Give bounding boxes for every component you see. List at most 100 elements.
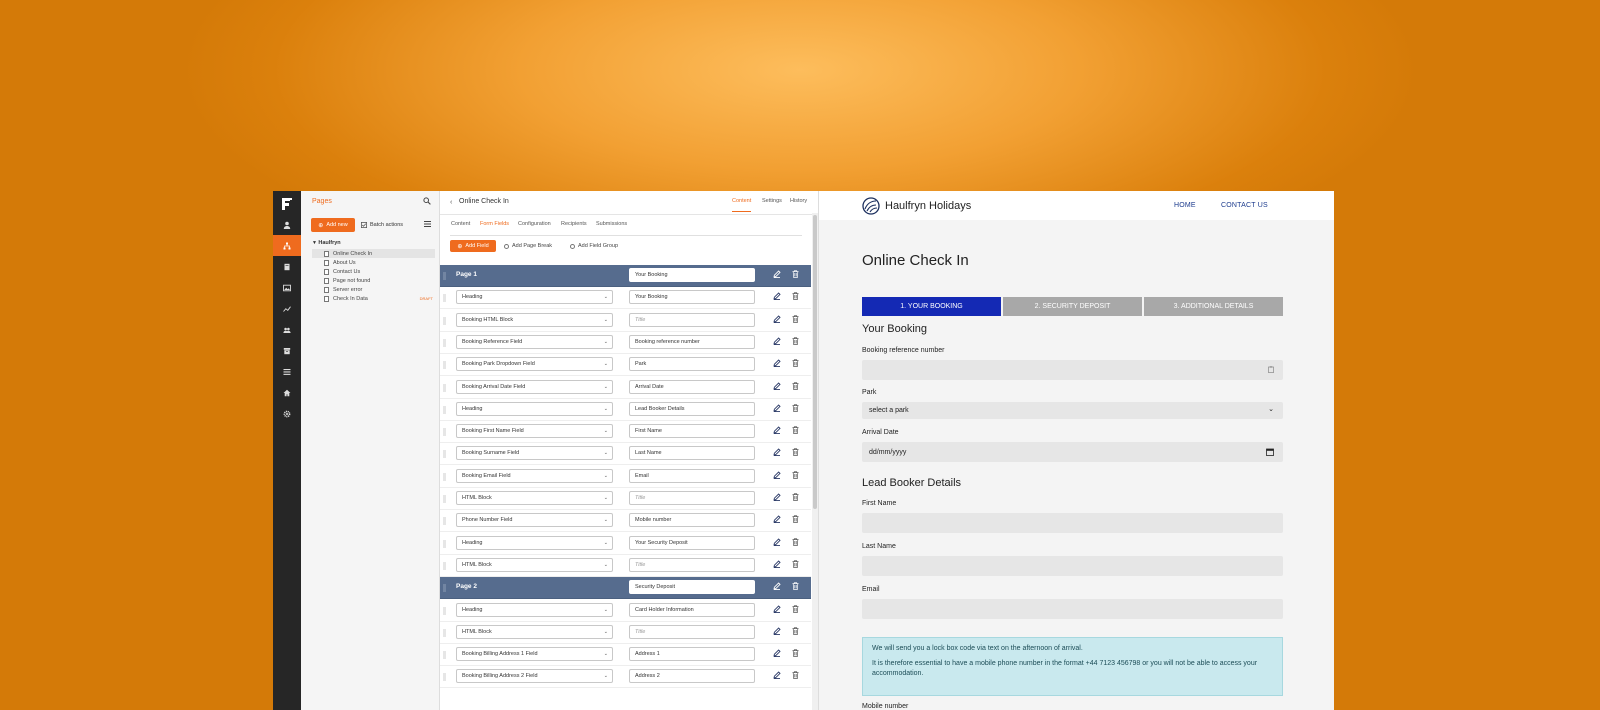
archive-icon[interactable] — [273, 340, 301, 361]
edit-pencil-icon[interactable] — [773, 448, 781, 457]
list-icon[interactable] — [273, 361, 301, 382]
email-input[interactable] — [862, 599, 1283, 619]
delete-trash-icon[interactable] — [792, 292, 799, 301]
drag-handle-icon[interactable] — [443, 472, 446, 481]
booking-reference-input[interactable] — [862, 360, 1283, 380]
step-additional-details[interactable]: 3. ADDITIONAL DETAILS — [1144, 297, 1283, 316]
add-field-button[interactable]: ⊕ Add Field — [450, 240, 496, 252]
search-icon[interactable] — [423, 197, 431, 205]
user-icon[interactable] — [273, 214, 301, 235]
tree-root[interactable]: ▼ Haulfryn — [312, 240, 341, 246]
brand-name[interactable]: Haulfryn Holidays — [885, 200, 971, 212]
field-type-select[interactable]: HTML Block ⌄ — [456, 557, 613, 572]
drag-handle-icon[interactable] — [443, 651, 446, 660]
field-label-input[interactable]: Your Booking — [629, 268, 755, 282]
subtab-form-fields[interactable]: Form Fields — [480, 221, 510, 236]
delete-trash-icon[interactable] — [792, 359, 799, 368]
field-type-select[interactable]: Booking Reference Field ⌄ — [456, 334, 613, 349]
back-chevron-icon[interactable]: ‹ — [450, 199, 452, 206]
field-label-input[interactable]: Email — [629, 468, 755, 483]
field-label-input[interactable]: First Name — [629, 424, 755, 439]
add-field-group-button[interactable]: Add Field Group — [570, 243, 618, 249]
drag-handle-icon[interactable] — [443, 428, 446, 437]
drag-handle-icon[interactable] — [443, 361, 446, 370]
drag-handle-icon[interactable] — [443, 405, 446, 414]
edit-pencil-icon[interactable] — [773, 337, 781, 345]
tree-item-about-us[interactable]: About Us — [312, 258, 435, 267]
field-label-input[interactable]: Card Holder Information — [629, 602, 755, 617]
delete-trash-icon[interactable] — [792, 560, 799, 568]
drag-handle-icon[interactable] — [443, 316, 446, 325]
edit-pencil-icon[interactable] — [773, 292, 781, 301]
field-label-input[interactable]: Address 2 — [629, 669, 755, 684]
delete-trash-icon[interactable] — [792, 604, 799, 613]
batch-actions-button[interactable]: Batch actions — [361, 222, 403, 228]
field-label-input[interactable]: Title — [629, 624, 755, 639]
list-view-icon[interactable] — [424, 221, 431, 227]
cms-logo-icon[interactable] — [279, 196, 295, 212]
delete-trash-icon[interactable] — [792, 314, 799, 323]
field-type-select[interactable]: Booking HTML Block ⌄ — [456, 312, 613, 327]
scrollbar-thumb[interactable] — [813, 215, 817, 509]
field-type-select[interactable]: Booking Park Dropdown Field ⌄ — [456, 357, 613, 372]
delete-trash-icon[interactable] — [792, 337, 799, 345]
edit-pencil-icon[interactable] — [773, 359, 781, 368]
subtab-recipients[interactable]: Recipients — [561, 221, 587, 227]
field-type-select[interactable]: HTML Block ⌄ — [456, 491, 613, 505]
field-type-select[interactable]: Heading ⌄ — [456, 535, 613, 550]
field-type-select[interactable]: Phone Number Field ⌄ — [456, 513, 613, 528]
tab-content[interactable]: Content — [732, 198, 752, 212]
field-label-input[interactable]: Arrival Date — [629, 379, 755, 394]
delete-trash-icon[interactable] — [792, 448, 799, 457]
analytics-icon[interactable] — [273, 298, 301, 319]
field-label-input[interactable]: Your Booking — [629, 290, 755, 305]
drag-handle-icon[interactable] — [443, 606, 446, 615]
edit-pencil-icon[interactable] — [773, 426, 781, 435]
subtab-submissions[interactable]: Submissions — [596, 221, 627, 227]
field-label-input[interactable]: Booking reference number — [629, 334, 755, 349]
field-type-select[interactable]: Booking Email Field ⌄ — [456, 468, 613, 483]
nav-contact-link[interactable]: CONTACT US — [1221, 202, 1268, 209]
field-label-input[interactable]: Security Deposit — [629, 580, 755, 595]
tree-item-server-error[interactable]: Server error — [312, 285, 435, 294]
step-security-deposit[interactable]: 2. SECURITY DEPOSIT — [1003, 297, 1142, 316]
edit-pencil-icon[interactable] — [773, 560, 781, 568]
edit-pencil-icon[interactable] — [773, 649, 781, 658]
edit-pencil-icon[interactable] — [773, 381, 781, 390]
first-name-input[interactable] — [862, 513, 1283, 533]
delete-trash-icon[interactable] — [792, 471, 799, 479]
delete-trash-icon[interactable] — [792, 627, 799, 635]
delete-trash-icon[interactable] — [792, 404, 799, 412]
field-label-input[interactable]: Lead Booker Details — [629, 401, 755, 416]
field-label-input[interactable]: Title — [629, 312, 755, 327]
add-new-button[interactable]: ⊕ Add new — [311, 218, 355, 232]
drag-handle-icon[interactable] — [443, 294, 446, 303]
home-icon[interactable] — [273, 382, 301, 403]
field-type-select[interactable]: Heading ⌄ — [456, 290, 613, 305]
field-type-select[interactable]: Heading ⌄ — [456, 602, 613, 617]
delete-trash-icon[interactable] — [792, 671, 799, 680]
drag-handle-icon[interactable] — [443, 338, 446, 347]
drag-handle-icon[interactable] — [443, 561, 446, 570]
edit-pencil-icon[interactable] — [773, 471, 781, 479]
field-label-input[interactable]: Title — [629, 491, 755, 505]
tree-item-contact-us[interactable]: Contact Us — [312, 267, 435, 276]
drag-handle-icon[interactable] — [443, 383, 446, 392]
park-select[interactable]: select a park ⌄ — [862, 402, 1283, 419]
field-label-input[interactable]: Title — [629, 557, 755, 572]
edit-pencil-icon[interactable] — [773, 493, 781, 501]
last-name-input[interactable] — [862, 556, 1283, 576]
field-type-select[interactable]: Booking Surname Field ⌄ — [456, 446, 613, 461]
nav-home-link[interactable]: HOME — [1174, 202, 1196, 209]
field-label-input[interactable]: Park — [629, 357, 755, 372]
drag-handle-icon[interactable] — [443, 272, 446, 280]
tree-item-online-check-in[interactable]: Online Check In — [312, 249, 435, 258]
edit-pencil-icon[interactable] — [773, 582, 781, 591]
field-type-select[interactable]: Booking Arrival Date Field ⌄ — [456, 379, 613, 394]
field-label-input[interactable]: Mobile number — [629, 513, 755, 528]
field-label-input[interactable]: Your Security Deposit — [629, 535, 755, 550]
drag-handle-icon[interactable] — [443, 673, 446, 682]
edit-pencil-icon[interactable] — [773, 537, 781, 546]
drag-handle-icon[interactable] — [443, 450, 446, 459]
delete-trash-icon[interactable] — [792, 426, 799, 434]
